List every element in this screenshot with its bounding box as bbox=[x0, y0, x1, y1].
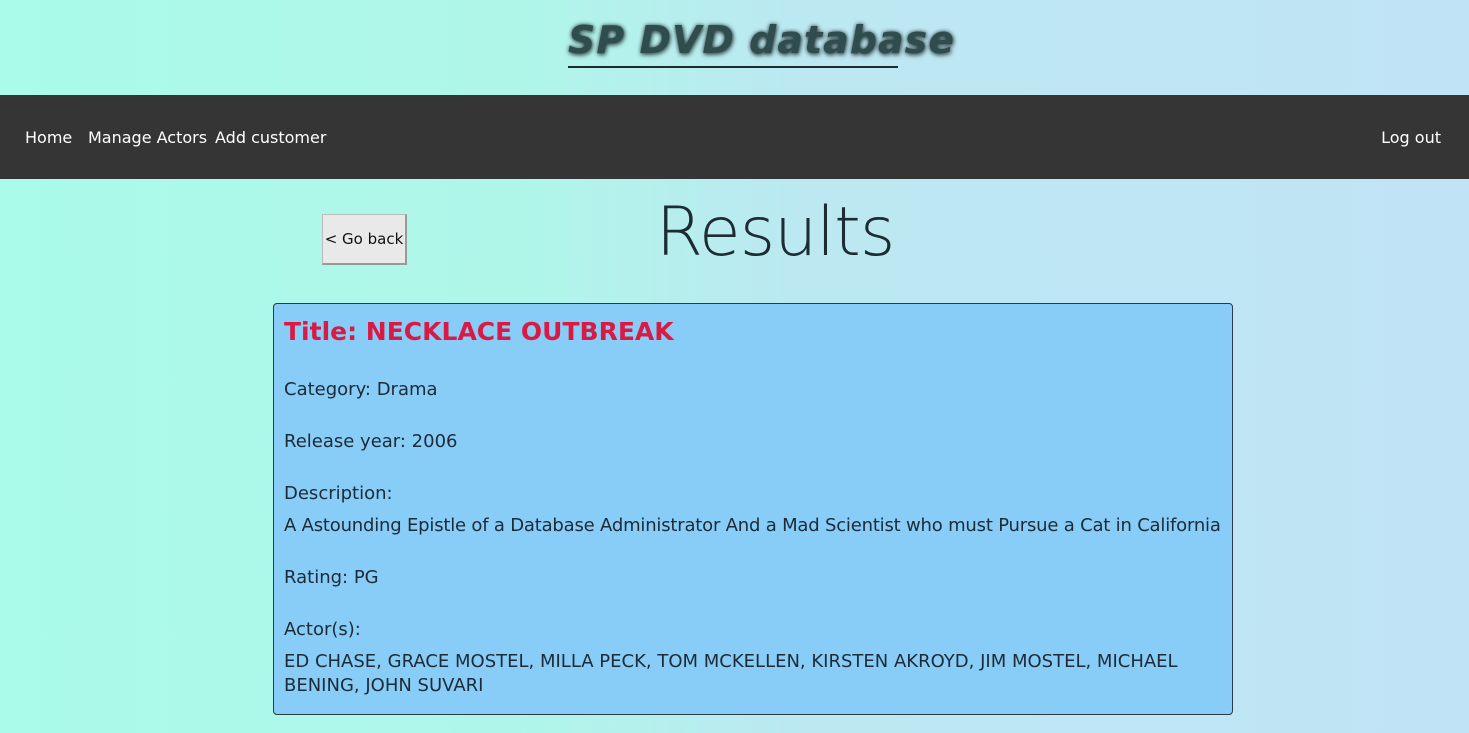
nav-manage-actors-link[interactable]: Manage Actors bbox=[88, 95, 207, 179]
go-back-button[interactable]: < Go back bbox=[322, 214, 407, 265]
film-result-card: Title: NECKLACE OUTBREAK Category: Drama… bbox=[273, 303, 1233, 715]
nav-add-customer-link[interactable]: Add customer bbox=[215, 95, 326, 179]
film-actors-label: Actor(s): bbox=[284, 619, 361, 640]
nav-home-link[interactable]: Home bbox=[25, 95, 72, 179]
film-title: Title: NECKLACE OUTBREAK bbox=[284, 317, 674, 346]
film-category: Category: Drama bbox=[284, 379, 438, 400]
site-title: SP DVD database bbox=[568, 12, 954, 68]
navbar: Home Manage Actors Add customer Log out bbox=[0, 95, 1469, 179]
film-release-year: Release year: 2006 bbox=[284, 431, 458, 452]
film-description: A Astounding Epistle of a Database Admin… bbox=[284, 515, 1221, 536]
film-actors: ED CHASE, GRACE MOSTEL, MILLA PECK, TOM … bbox=[284, 651, 1178, 696]
site-header: SP DVD database bbox=[0, 0, 1469, 95]
film-rating: Rating: PG bbox=[284, 567, 379, 588]
nav-logout-link[interactable]: Log out bbox=[1381, 95, 1441, 179]
film-description-label: Description: bbox=[284, 483, 393, 504]
page-title: Results bbox=[655, 193, 896, 272]
